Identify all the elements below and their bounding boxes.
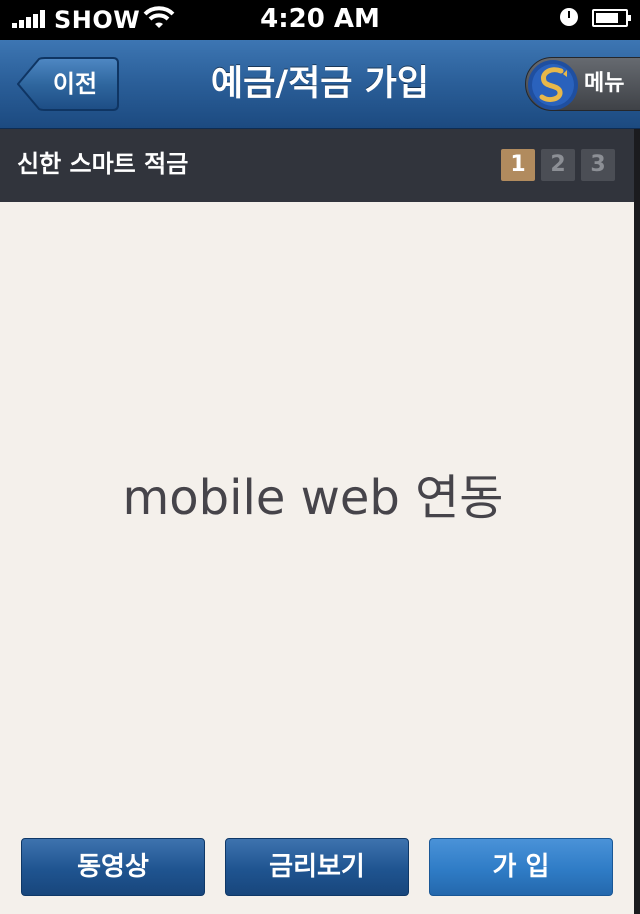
product-name: 신한 스마트 적금 <box>17 150 189 178</box>
product-header: 신한 스마트 적금 1 2 3 <box>0 129 634 202</box>
join-button[interactable]: 가 입 <box>429 838 613 896</box>
step-1: 1 <box>501 149 535 181</box>
nav-bar: 이전 예금/적금 가입 메뉴 <box>0 40 640 129</box>
video-button[interactable]: 동영상 <box>21 838 205 896</box>
battery-icon <box>592 9 631 27</box>
step-3: 3 <box>581 149 615 181</box>
back-button[interactable]: 이전 <box>17 57 119 111</box>
menu-button[interactable]: 메뉴 <box>525 57 640 111</box>
step-2: 2 <box>541 149 575 181</box>
rates-button[interactable]: 금리보기 <box>225 838 409 896</box>
lock-rotation-icon <box>560 8 578 26</box>
right-edge-divider <box>634 129 640 914</box>
clock: 4:20 AM <box>260 4 380 34</box>
back-button-label: 이전 <box>52 70 98 98</box>
page-title: 예금/적금 가입 <box>210 64 430 104</box>
menu-button-label: 메뉴 <box>584 71 625 96</box>
content-message: mobile web 연동 <box>122 470 504 526</box>
status-bar: SHOW 4:20 AM <box>0 0 640 40</box>
shinhan-logo-icon <box>528 60 578 110</box>
